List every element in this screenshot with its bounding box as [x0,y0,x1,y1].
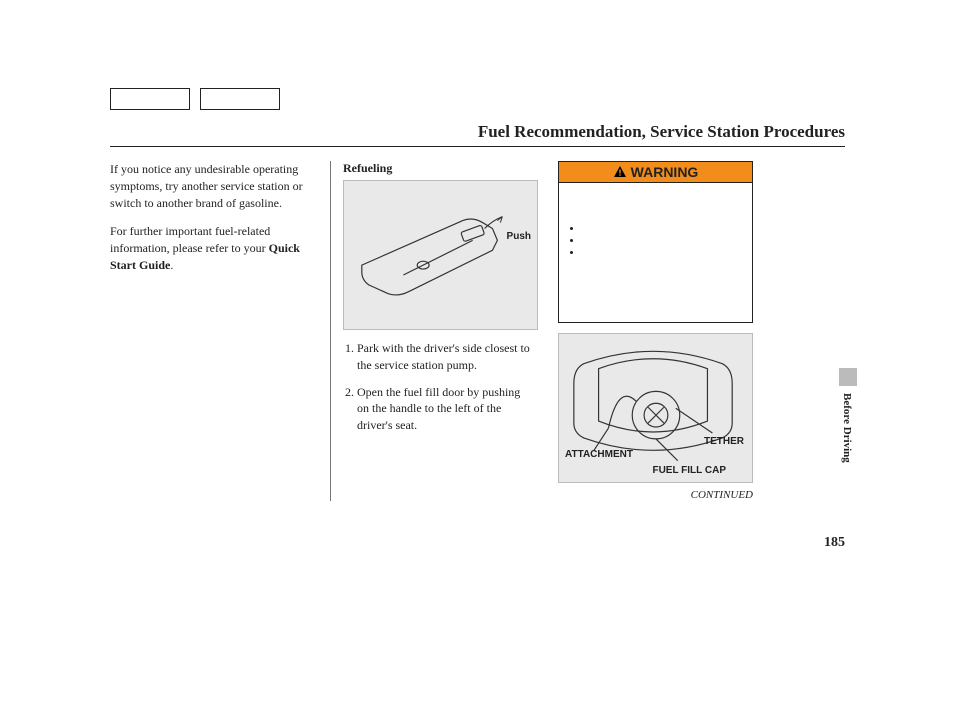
warning-bullet [583,235,742,245]
warning-triangle-icon [613,165,627,179]
fuel-fill-cap-label: FUEL FILL CAP [652,465,726,476]
attachment-label: ATTACHMENT [565,449,633,460]
manual-page: Fuel Recommendation, Service Station Pro… [110,88,845,501]
continued-indicator: CONTINUED [558,489,753,501]
section-label: Before Driving [841,393,853,463]
fuel-door-release-illustration: Push [343,180,538,330]
section-tab [839,368,857,386]
warning-body [558,183,753,323]
warning-text: WARNING [631,164,699,180]
push-label: Push [507,231,531,242]
column-2: Refueling Push Park with the driver's si… [330,161,546,501]
step-1: Park with the driver's side closest to t… [357,340,534,374]
door-panel-drawing [344,181,537,329]
fuel-cap-drawing [559,334,752,482]
top-badges [110,88,845,110]
columns: If you notice any undesirable operating … [110,161,845,501]
warning-bullet [583,247,742,257]
column-3: WARNING [546,161,762,501]
badge-box [110,88,190,110]
warning-bullets [569,223,742,257]
paragraph: For further important fuel-related infor… [110,223,318,273]
badge-box [200,88,280,110]
warning-header: WARNING [558,161,753,183]
refueling-heading: Refueling [343,161,534,176]
tether-label: TETHER [704,436,744,447]
page-number: 185 [824,535,845,551]
fuel-cap-illustration: TETHER ATTACHMENT FUEL FILL CAP [558,333,753,483]
refueling-steps: Park with the driver's side closest to t… [343,340,534,434]
warning-bullet [583,223,742,233]
page-title: Fuel Recommendation, Service Station Pro… [110,122,845,147]
step-2: Open the fuel fill door by pushing on th… [357,384,534,434]
text: . [170,258,173,272]
column-1: If you notice any undesirable operating … [110,161,330,501]
paragraph: If you notice any undesirable operating … [110,161,318,211]
text: For further important fuel-related infor… [110,224,270,255]
